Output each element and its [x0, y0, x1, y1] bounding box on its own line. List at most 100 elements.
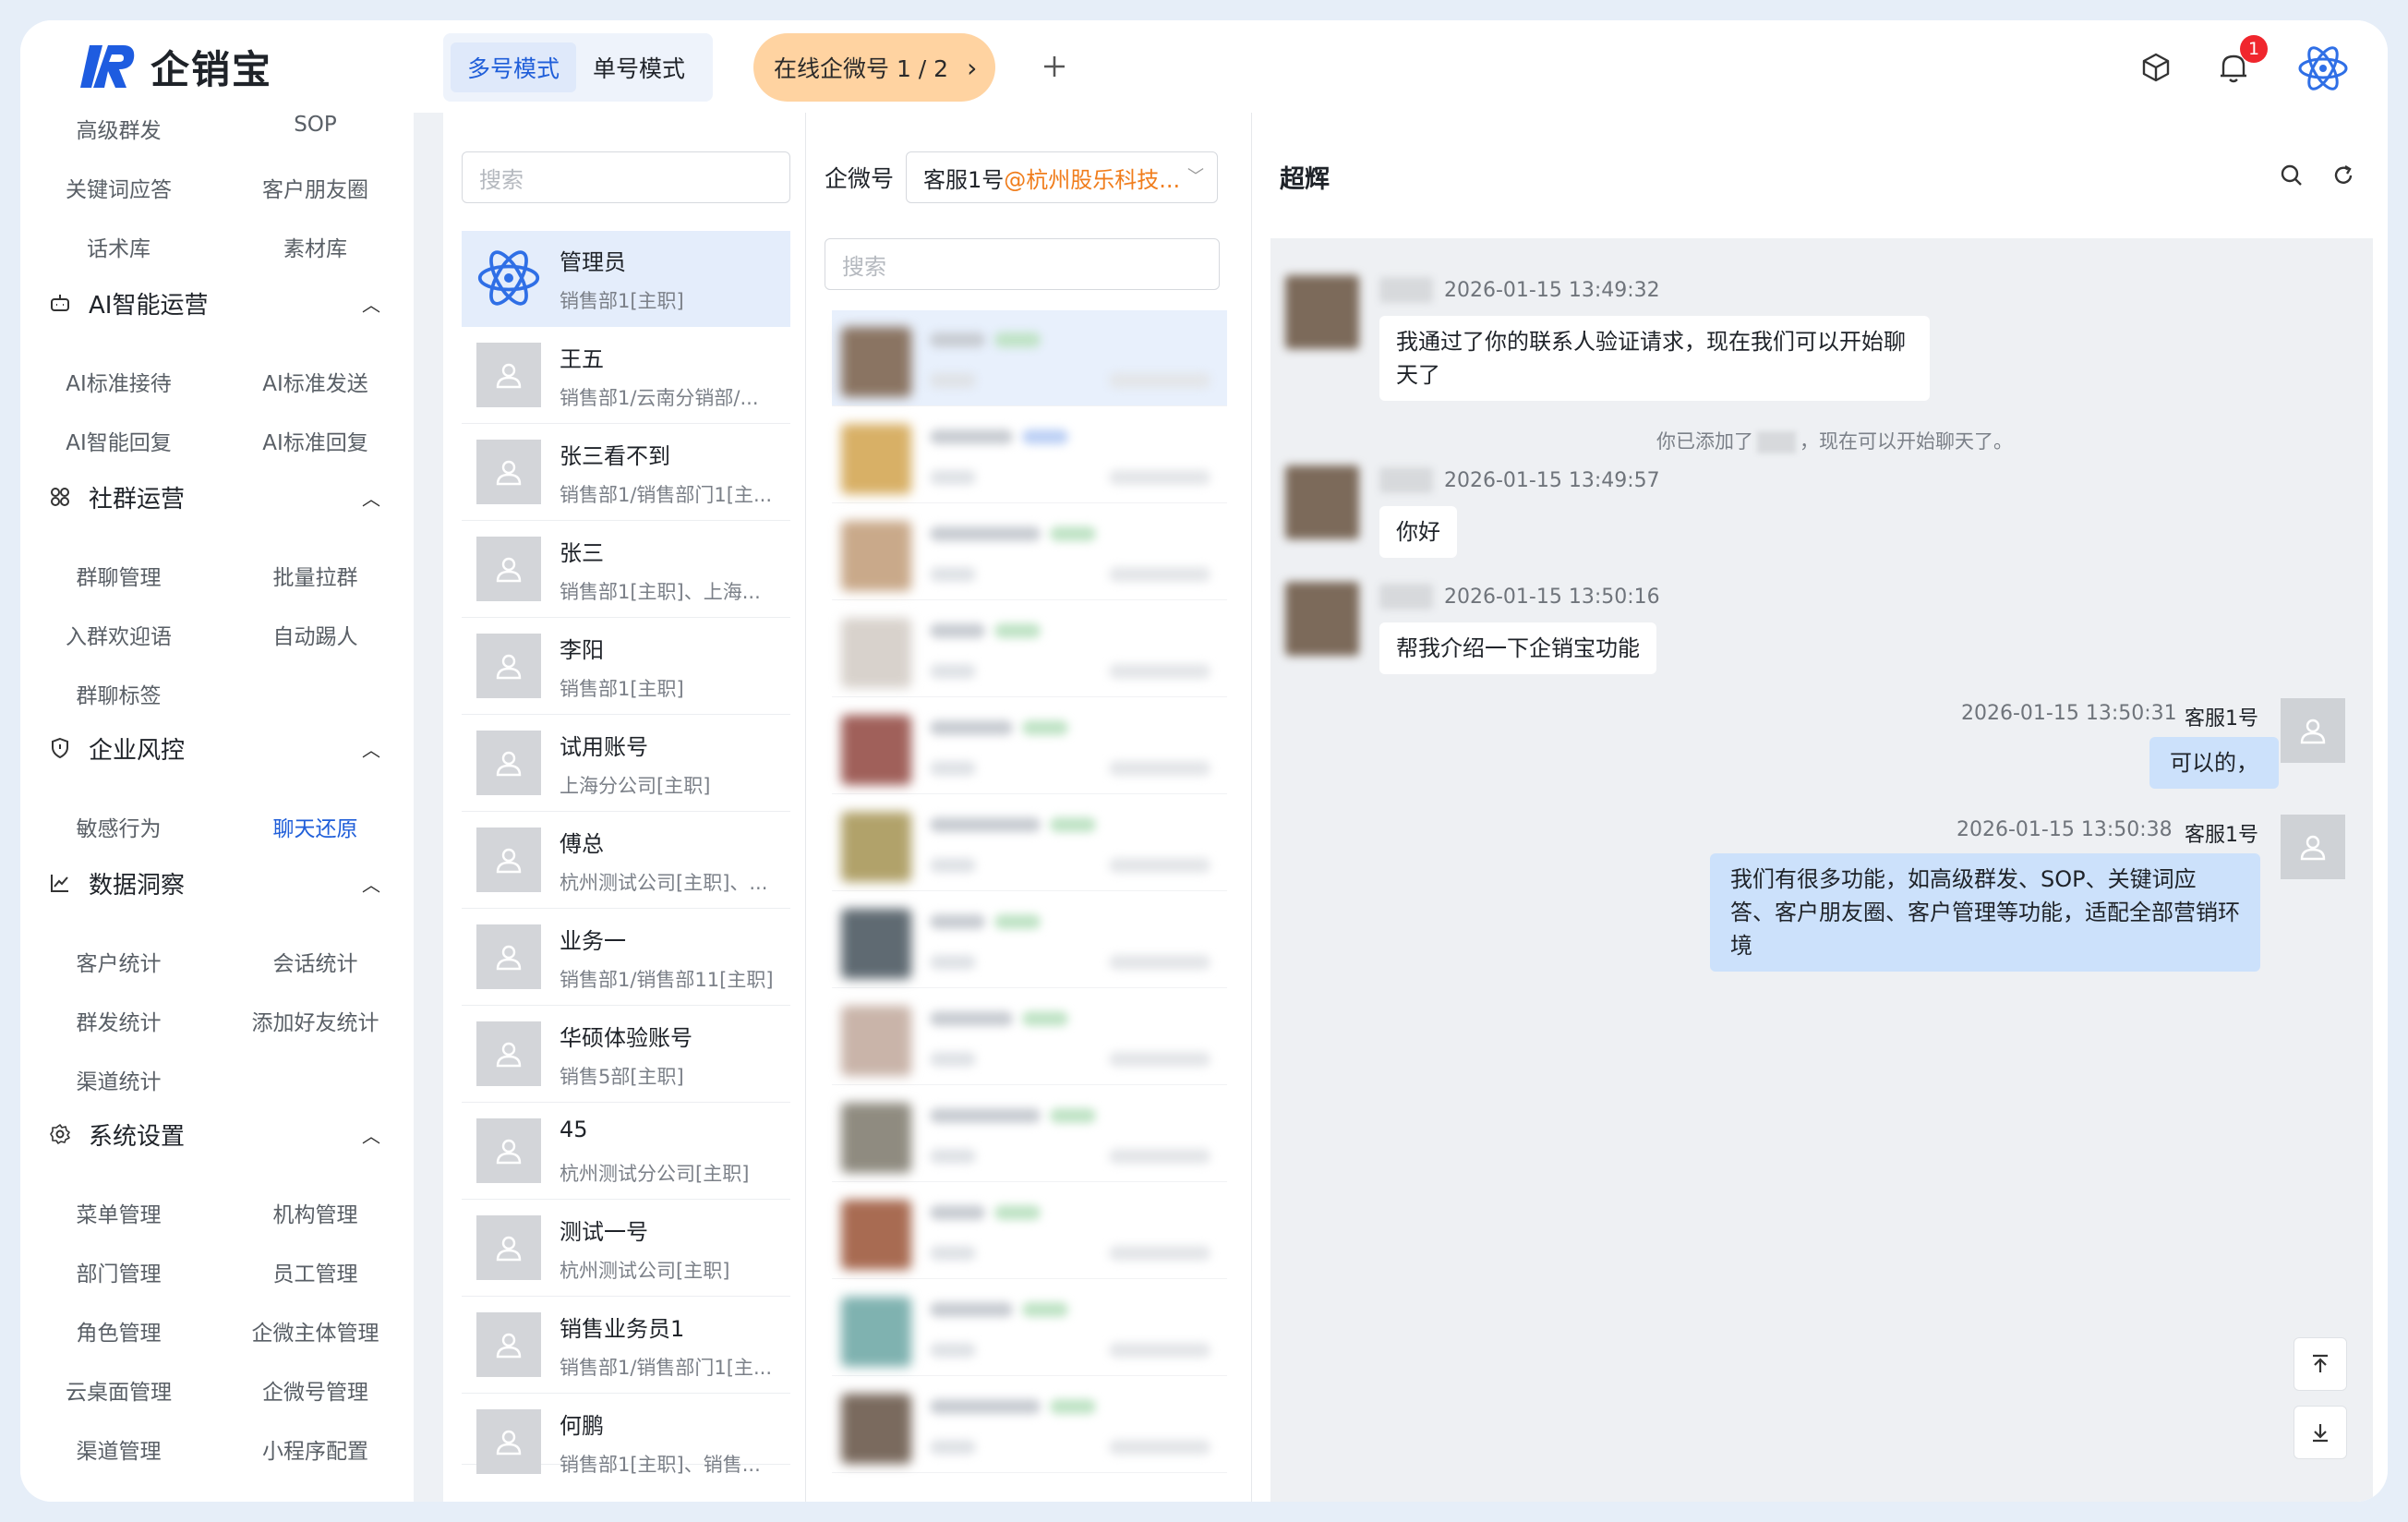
sidebar-section-risk[interactable]: 企业风控 ︿ — [48, 730, 408, 767]
refresh-icon[interactable] — [2329, 161, 2358, 190]
staff-row[interactable]: 试用账号上海分公司[主职] — [462, 716, 790, 812]
brand-logo[interactable]: 企销宝 — [80, 41, 272, 92]
contact-row[interactable] — [832, 504, 1227, 600]
sidebar-item-mass-send[interactable]: 高级群发 — [20, 113, 217, 144]
sidebar-item-entity-manage[interactable]: 企微主体管理 — [217, 1315, 414, 1347]
sidebar-item-welcome-msg[interactable]: 入群欢迎语 — [20, 619, 217, 650]
sidebar-item-session-stats[interactable]: 会话统计 — [217, 946, 414, 977]
search-icon[interactable] — [2277, 161, 2306, 190]
contact-preview-hidden — [930, 955, 976, 970]
staff-row[interactable]: 45 杭州测试分公司[主职] — [462, 1104, 790, 1200]
sidebar-item-ai-reception[interactable]: AI标准接待 — [20, 366, 217, 397]
sidebar-item-channel-manage[interactable]: 渠道管理 — [20, 1433, 217, 1465]
cube-icon[interactable] — [2135, 46, 2177, 89]
contact-name-hidden — [930, 332, 985, 347]
contact-row[interactable] — [832, 892, 1227, 988]
sidebar-item-ai-standard-reply[interactable]: AI标准回复 — [217, 425, 414, 456]
add-tab-button[interactable] — [1032, 42, 1077, 91]
contact-row[interactable] — [832, 601, 1227, 697]
sidebar-item-cloud-desktop[interactable]: 云桌面管理 — [20, 1374, 217, 1406]
staff-row[interactable]: 张三看不到 销售部1/销售部门1[主... — [462, 425, 790, 521]
chevron-up-icon: ︿ — [362, 738, 380, 761]
brand-name: 企销宝 — [150, 46, 273, 92]
scroll-bottom-button[interactable] — [2294, 1406, 2347, 1459]
staff-dept: 杭州测试分公司[主职] — [560, 1163, 750, 1185]
sidebar-item-moments[interactable]: 客户朋友圈 — [217, 172, 414, 203]
chevron-up-icon: ︿ — [362, 293, 380, 316]
contact-search-input[interactable]: 搜索 — [825, 238, 1220, 290]
staff-row[interactable]: 业务一 销售部1/销售部11[主职] — [462, 910, 790, 1006]
sidebar-section-community[interactable]: 社群运营 ︿ — [48, 478, 408, 515]
contact-name-hidden — [930, 623, 985, 638]
contact-row[interactable] — [832, 407, 1227, 503]
sidebar-section-title: 社群运营 — [89, 485, 186, 513]
staff-name: 张三 — [560, 540, 604, 566]
sidebar-item-batch-invite[interactable]: 批量拉群 — [217, 560, 414, 591]
staff-row[interactable]: 华硕体验账号 销售5部[主职] — [462, 1007, 790, 1103]
staff-row[interactable]: 管理员 销售部1[主职] — [462, 231, 790, 327]
sidebar-item-ai-send[interactable]: AI标准发送 — [217, 366, 414, 397]
contact-row[interactable] — [832, 1086, 1227, 1182]
sidebar-item-dept-manage[interactable]: 部门管理 — [20, 1256, 217, 1287]
contact-row[interactable] — [832, 698, 1227, 794]
sidebar-item-sensitive-behavior[interactable]: 敏感行为 — [20, 811, 217, 842]
sidebar-item-auto-kick[interactable]: 自动踢人 — [217, 619, 414, 650]
sidebar-item-keyword-reply[interactable]: 关键词应答 — [20, 172, 217, 203]
sidebar-item-sop[interactable]: SOP — [217, 113, 414, 137]
online-accounts-button[interactable]: 在线企微号 1 / 2 › — [753, 33, 995, 102]
sidebar-item-group-manage[interactable]: 群聊管理 — [20, 560, 217, 591]
staff-row[interactable]: 傅总 杭州测试公司[主职]、... — [462, 813, 790, 909]
multi-account-mode-button[interactable]: 多号模式 — [451, 42, 577, 92]
contact-row[interactable] — [832, 1377, 1227, 1473]
sidebar-item-group-tags[interactable]: 群聊标签 — [20, 678, 217, 709]
staff-row[interactable]: 张三 销售部1[主职]、上海... — [462, 522, 790, 618]
account-select[interactable]: 客服1号 @杭州股乐科技... ﹀ — [906, 151, 1218, 203]
shield-icon — [48, 736, 72, 760]
sidebar-item-ai-smart-reply[interactable]: AI智能回复 — [20, 425, 217, 456]
user-avatar-atom-icon[interactable] — [2297, 42, 2349, 94]
sidebar-item-wecom-account[interactable]: 企微号管理 — [217, 1374, 414, 1406]
contact-avatar — [841, 1006, 911, 1076]
single-account-mode-button[interactable]: 单号模式 — [576, 42, 702, 92]
contact-name-hidden — [930, 817, 1041, 832]
sidebar-item-material-library[interactable]: 素材库 — [217, 231, 414, 262]
user-icon — [476, 924, 541, 989]
contact-row[interactable] — [832, 1280, 1227, 1376]
staff-name: 试用账号 — [560, 734, 648, 760]
contact-avatar — [841, 1200, 911, 1270]
sidebar-item-channel-stats[interactable]: 渠道统计 — [20, 1064, 217, 1095]
staff-search-input[interactable]: 搜索 — [462, 151, 790, 203]
sidebar-section-ai[interactable]: AI智能运营 ︿ — [48, 284, 408, 321]
scroll-top-button[interactable] — [2294, 1337, 2347, 1391]
sidebar-item-chat-restore[interactable]: 聊天还原 — [217, 811, 414, 842]
contact-name-hidden — [930, 1108, 1041, 1123]
sidebar-item-miniprogram[interactable]: 小程序配置 — [217, 1433, 414, 1465]
contact-row[interactable] — [832, 989, 1227, 1085]
sidebar-item-mass-stats[interactable]: 群发统计 — [20, 1005, 217, 1036]
contact-avatar — [841, 812, 911, 882]
contact-row[interactable] — [832, 1183, 1227, 1279]
sidebar-item-org-manage[interactable]: 机构管理 — [217, 1197, 414, 1228]
sidebar-item-customer-stats[interactable]: 客户统计 — [20, 946, 217, 977]
staff-name: 傅总 — [560, 831, 604, 857]
sidebar-item-friend-stats[interactable]: 添加好友统计 — [217, 1005, 414, 1036]
sidebar-item-role-manage[interactable]: 角色管理 — [20, 1315, 217, 1347]
contact-name-hidden — [1379, 584, 1433, 610]
staff-dept: 上海分公司[主职] — [560, 775, 711, 797]
contact-row[interactable] — [832, 795, 1227, 891]
sidebar-item-staff-manage[interactable]: 员工管理 — [217, 1256, 414, 1287]
staff-row[interactable]: 王五 销售部1/云南分销部/... — [462, 328, 790, 424]
sidebar-section-settings[interactable]: 系统设置 ︿ — [48, 1116, 408, 1153]
contact-preview-hidden — [930, 567, 976, 582]
contact-row[interactable] — [832, 310, 1227, 406]
sidebar-section-data[interactable]: 数据洞察 ︿ — [48, 864, 408, 901]
staff-row[interactable]: 李阳 销售部1[主职] — [462, 619, 790, 715]
sidebar-item-script-library[interactable]: 话术库 — [20, 231, 217, 262]
staff-row[interactable]: 何鹏 销售部1[主职]、销售... — [462, 1395, 790, 1476]
user-icon — [476, 1312, 541, 1377]
user-icon — [476, 1215, 541, 1280]
sidebar-item-menu-manage[interactable]: 菜单管理 — [20, 1197, 217, 1228]
staff-row[interactable]: 销售业务员1 销售部1/销售部门1[主... — [462, 1298, 790, 1394]
staff-row[interactable]: 测试一号 杭州测试公司[主职] — [462, 1201, 790, 1297]
contact-time-hidden — [1109, 567, 1210, 582]
